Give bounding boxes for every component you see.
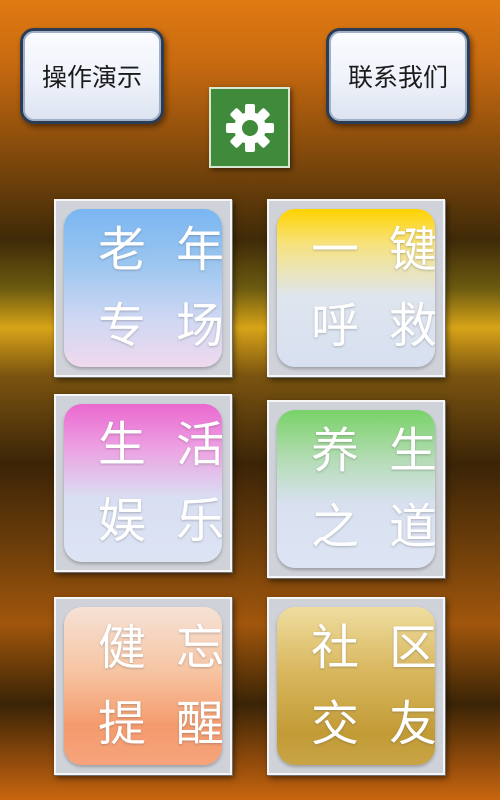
tile-face: 社区 交友 <box>277 607 435 765</box>
tile-face: 健忘 提醒 <box>64 607 222 765</box>
tile-label-line2: 提醒 <box>98 696 222 752</box>
tile-label-line1: 老年 <box>98 222 222 278</box>
tile-label-line1: 健忘 <box>98 620 222 676</box>
tile-label-line2: 娱乐 <box>98 493 222 549</box>
tile-label-line2: 呼救 <box>311 298 435 354</box>
settings-button[interactable] <box>209 87 290 168</box>
tile-face: 一键 呼救 <box>277 209 435 367</box>
gear-icon <box>225 103 274 152</box>
tile-label-line2: 专场 <box>98 298 222 354</box>
tile-face: 老年 专场 <box>64 209 222 367</box>
tile-senior-zone[interactable]: 老年 专场 <box>54 199 232 377</box>
tile-label-line1: 养生 <box>311 423 435 479</box>
contact-button-label: 联系我们 <box>347 63 448 92</box>
demo-button[interactable]: 操作演示 <box>20 28 164 124</box>
tile-memory-reminder[interactable]: 健忘 提醒 <box>54 597 232 775</box>
tile-one-key-sos[interactable]: 一键 呼救 <box>267 199 445 377</box>
tile-community-friends[interactable]: 社区 交友 <box>267 597 445 775</box>
tile-face: 生活 娱乐 <box>64 404 222 562</box>
tile-label-line1: 一键 <box>311 222 435 278</box>
tile-health-tips[interactable]: 养生 之道 <box>267 400 445 578</box>
contact-button[interactable]: 联系我们 <box>326 28 470 124</box>
demo-button-label: 操作演示 <box>41 63 142 92</box>
tile-label-line2: 交友 <box>311 696 435 752</box>
tile-label-line1: 社区 <box>311 620 435 676</box>
tile-label-line2: 之道 <box>311 499 435 555</box>
tile-label-line1: 生活 <box>98 417 222 473</box>
tile-life-entertainment[interactable]: 生活 娱乐 <box>54 394 232 572</box>
tile-face: 养生 之道 <box>277 410 435 568</box>
